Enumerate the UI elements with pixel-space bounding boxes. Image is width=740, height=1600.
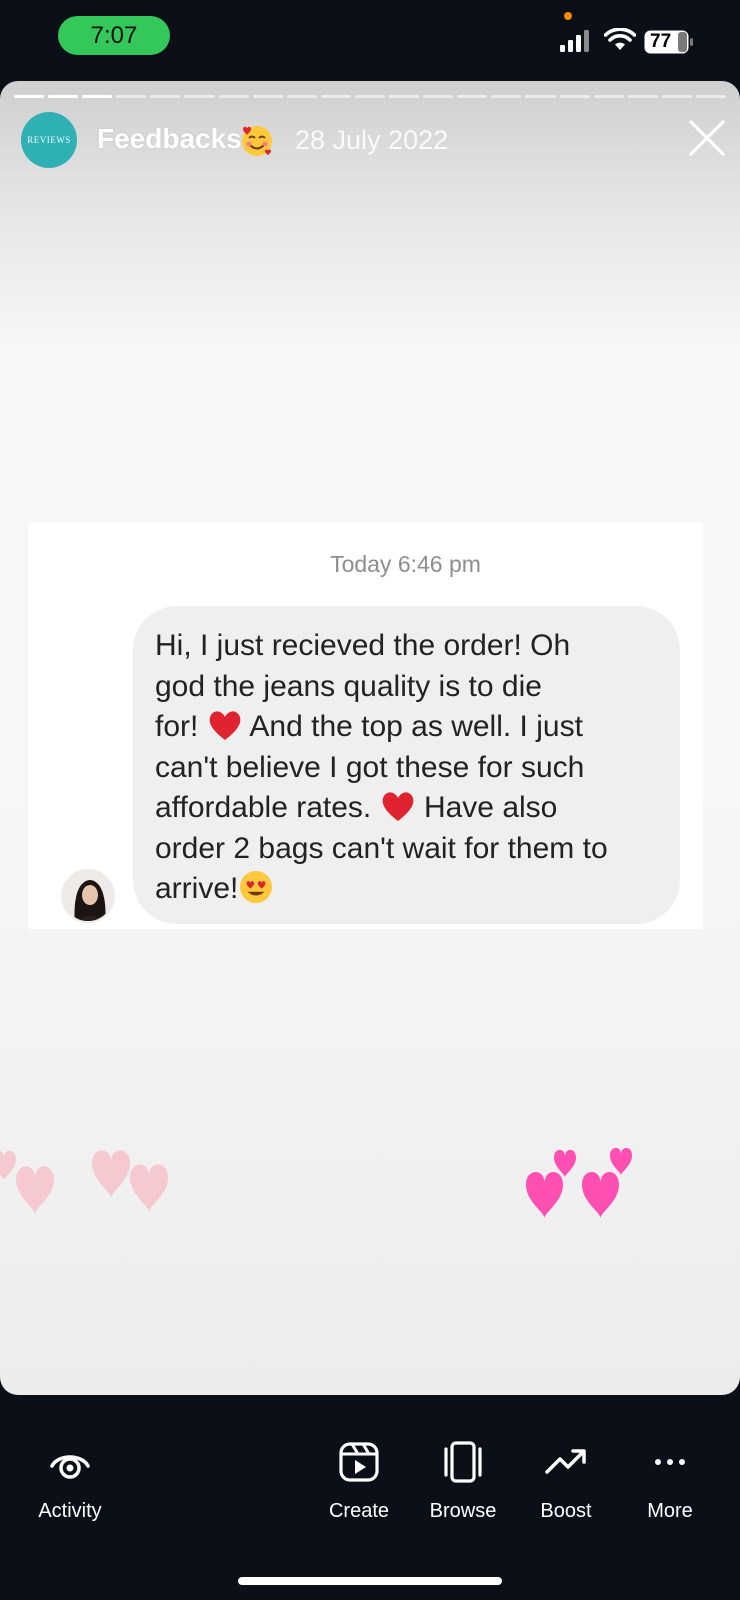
cellular-signal-icon [560,30,589,52]
chat-timestamp: Today 6:46 pm [330,551,481,577]
story-date: 28 July 2022 [295,125,449,155]
more-button[interactable]: More [620,1440,720,1523]
browse-icon [444,1441,482,1483]
account-avatar[interactable]: REVIEWS [21,112,77,168]
activity-eye-icon [50,1455,90,1479]
hearts-sticker [0,1147,632,1219]
story-progress-segment [525,95,556,98]
story-progress-segment [593,95,624,98]
more-dots-icon [655,1459,685,1465]
home-indicator [238,1577,502,1585]
message-line: order 2 bags can't wait for them to [155,831,608,865]
boost-button[interactable]: Boost [516,1440,616,1523]
bottom-toolbar: Activity Create Browse Boost More [0,1440,740,1540]
mic-indicator-dot [564,12,572,20]
create-label: Create [328,1500,390,1522]
red-heart-icon [209,711,241,740]
story-progress-segment [627,95,658,98]
message-segment: Have also [423,791,558,824]
message-segment: affordable rates. [155,791,372,824]
boost-label: Boost [540,1500,592,1522]
story-progress-segment [218,95,249,98]
message-segment: for! [155,710,199,743]
story-progress-segment [457,95,488,98]
trending-up-icon [545,1449,586,1474]
story-progress-segment [320,95,351,98]
story-viewer[interactable]: REVIEWS Feedbacks 28 July 2022 Today 6:4… [0,81,740,1395]
message-bubble[interactable]: Hi, I just recieved the order! Oh god th… [133,606,680,924]
close-icon[interactable] [688,119,726,157]
status-time[interactable]: 7:07 [58,16,170,55]
reels-icon [339,1442,379,1482]
browse-button[interactable]: Browse [413,1440,513,1523]
message-text: Hi, I just recieved the order! Oh god th… [155,626,658,910]
browse-label: Browse [429,1500,497,1522]
battery-indicator: 77 [644,30,694,54]
story-progress-segment [82,95,113,98]
message-line: god the jeans quality is to die [155,669,542,703]
story-progress-segment [559,95,590,98]
activity-label: Activity [38,1500,102,1522]
message-segment: arrive! [155,872,239,905]
account-name[interactable]: Feedbacks [97,123,242,155]
smiling-face-with-hearts-icon [242,126,272,156]
story-progress-bar [14,95,726,99]
story-progress-segment [184,95,215,98]
story-progress-segment [695,95,726,98]
message-segment: And the top as well. I just [249,710,583,743]
message-line: Hi, I just recieved the order! Oh [155,629,571,662]
battery-percent: 77 [650,31,672,52]
more-label: More [647,1500,693,1522]
story-progress-segment [491,95,522,98]
sender-avatar-photo [63,871,113,921]
story-progress-segment [48,95,79,98]
create-button[interactable]: Create [309,1440,409,1523]
status-bar: 7:07 77 [0,0,740,80]
heart-eyes-face-icon [240,870,273,904]
chat-screenshot: Today 6:46 pm Hi, I just recieved the or… [28,523,703,929]
story-progress-segment [661,95,692,98]
story-progress-segment [423,95,454,98]
message-line: arrive! [155,869,658,910]
story-progress-segment [252,95,283,98]
red-heart-icon [382,792,413,821]
story-progress-segment [286,95,317,98]
message-line: affordable rates. Have also [155,788,658,829]
message-line: can't believe I got these for such [155,750,585,784]
story-progress-segment [14,95,45,98]
wifi-icon [604,28,636,50]
story-progress-segment [150,95,181,98]
story-progress-segment [116,95,147,98]
story-progress-segment [354,95,386,98]
activity-button[interactable]: Activity [20,1440,120,1523]
sender-avatar [61,869,115,923]
account-avatar-text: REVIEWS [27,135,71,145]
story-progress-segment [389,95,420,98]
message-line: for! And the top as well. I just [155,707,658,748]
